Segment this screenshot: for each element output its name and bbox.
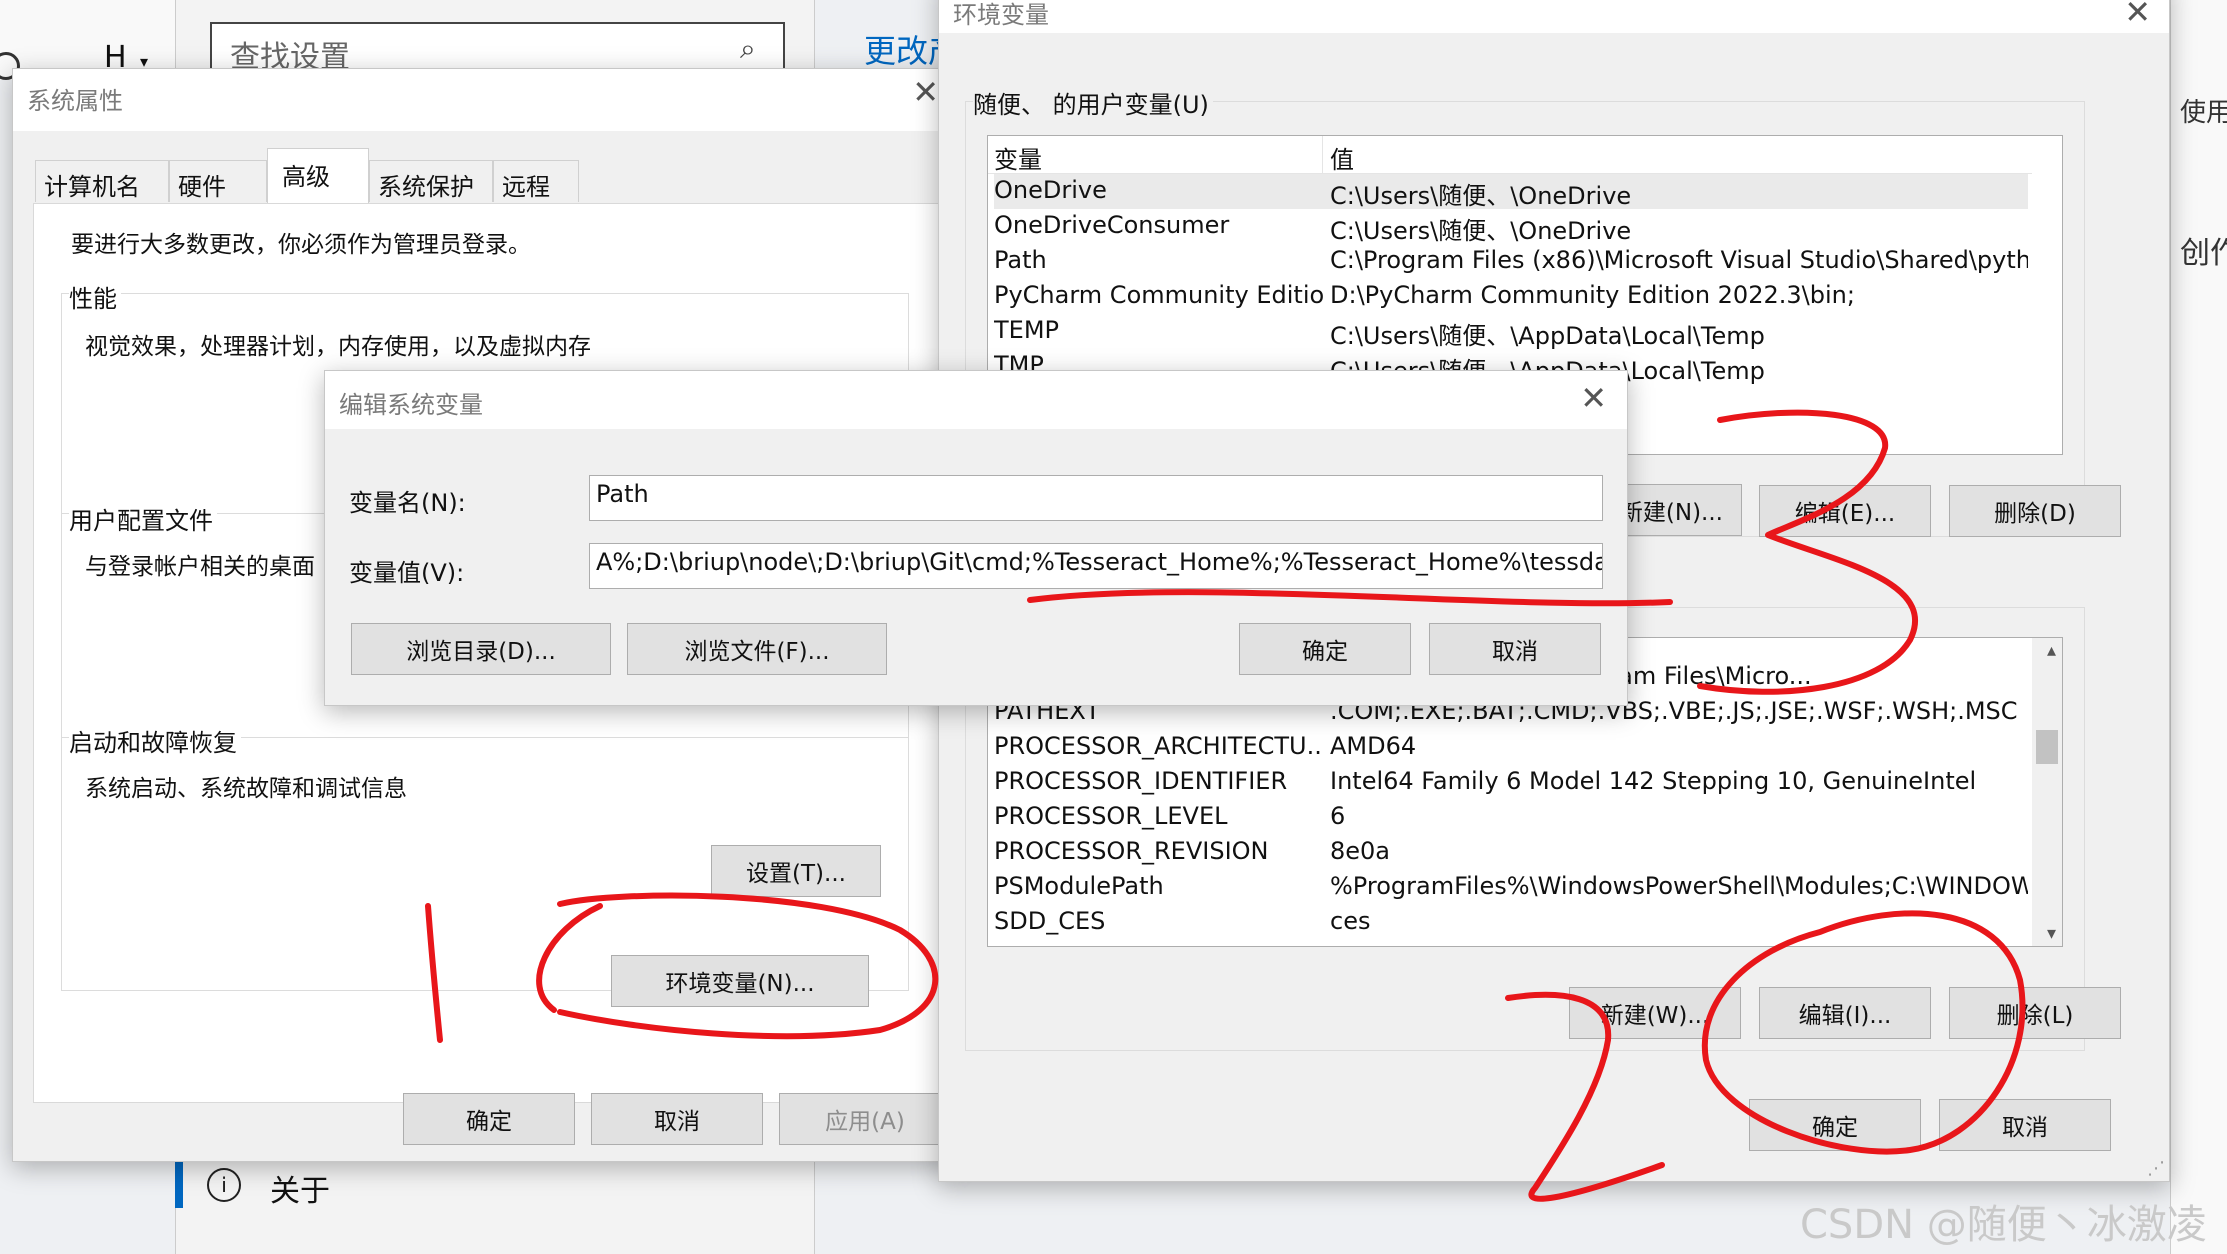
annotation-stroke-two [1505,991,1665,1202]
annotation-circle-ok [1701,910,2026,1155]
annotation-circle-env [536,892,939,1040]
annotation-underline-value [1027,589,1673,607]
annotation-stroke-one [425,903,443,1043]
annotation-stroke-three [1697,409,1919,695]
csdn-watermark: CSDN @随便丶冰激凌 [1800,1202,2207,1248]
annotation-overlay [425,409,2026,1202]
